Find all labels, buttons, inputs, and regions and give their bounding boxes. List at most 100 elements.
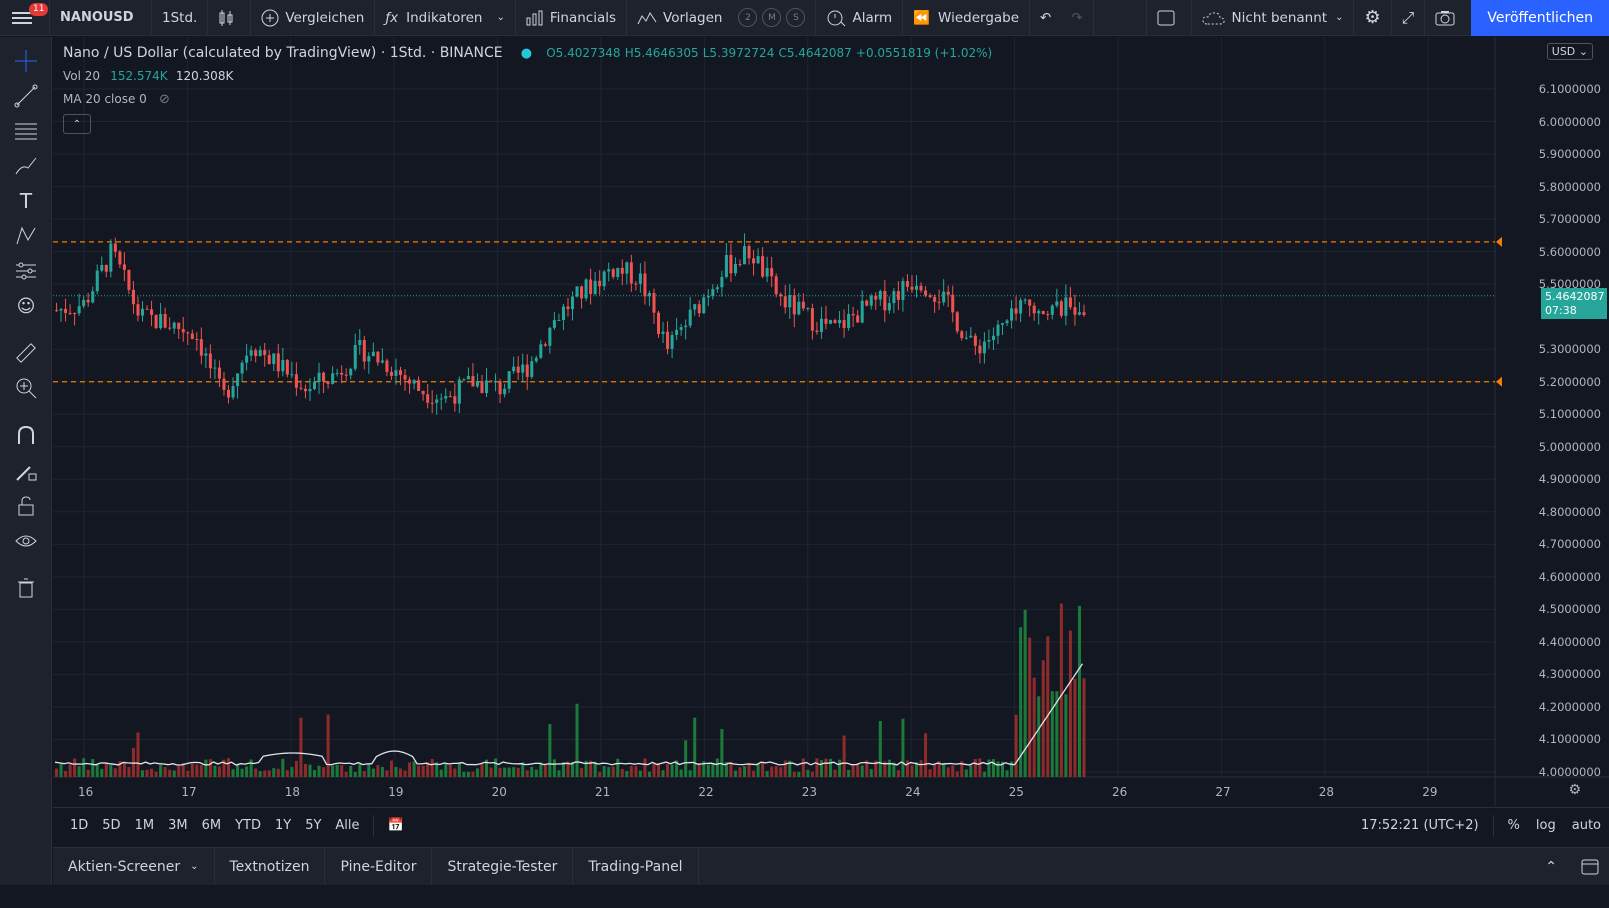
measure-tool[interactable] [13,340,39,366]
zoom-tool[interactable] [13,375,39,401]
financials-button[interactable]: Financials [516,0,628,36]
axis-settings-icon[interactable]: ⚙ [1568,782,1581,798]
candle-body [254,350,258,357]
brush-tool[interactable] [13,153,39,179]
expand-panel-icon[interactable]: ⌃ [1545,859,1557,875]
crosshair-tool[interactable] [13,48,39,74]
maximize-panel-icon[interactable] [1581,859,1599,875]
collapse-legend-button[interactable]: ⌃ [63,114,91,134]
sliders-icon [16,262,36,280]
badge-s[interactable]: S [786,8,806,27]
candle-body [933,296,937,302]
indicators-button[interactable]: ƒx Indikatoren ⌄ [375,0,516,36]
redo-button[interactable]: ↷ [1061,0,1094,36]
alert-button[interactable]: Alarm [816,0,904,36]
volume-bar [910,765,914,777]
stay-in-drawing-tool[interactable] [13,458,39,484]
candle-body [82,299,86,307]
volume-bar [217,766,221,777]
icons-tool[interactable]: ☺ [13,293,39,319]
remove-drawings-tool[interactable] [13,575,39,601]
volume-bar [661,770,665,777]
settings-button[interactable]: ⚙ [1354,0,1392,36]
badge-2[interactable]: 2 [738,8,758,27]
candle-body [453,396,457,404]
volume-bar [344,771,348,777]
level-marker [1496,376,1502,387]
auto-toggle[interactable]: auto [1564,818,1609,833]
currency-label: USD [1551,45,1576,58]
badge-m[interactable]: M [762,8,782,27]
fullscreen-icon: ⤢ [1401,7,1415,27]
hide-drawings-tool[interactable] [13,528,39,554]
range-1m[interactable]: 1M [128,818,162,833]
go-to-date-button[interactable]: 📅 [380,818,412,833]
range-ytd[interactable]: YTD [228,818,268,833]
layout-name-button[interactable]: Nicht benannt ⌄ [1192,0,1355,36]
symbol-search[interactable]: NANOUSD [50,0,152,36]
volume-bar [860,765,864,777]
snapshot-button[interactable] [1425,0,1471,36]
tab-text-notes[interactable]: Textnotizen [215,848,326,885]
layout-select-button[interactable] [1145,0,1192,36]
eye-off-icon[interactable]: ⊘ [159,92,170,107]
candle-body [73,313,77,315]
volume-bar [801,758,805,777]
ma-legend[interactable]: MA 20 close 0 ⊘ [63,92,170,107]
replay-button[interactable]: ⏪ Wiedergabe [903,0,1031,36]
text-tool[interactable]: T [13,188,39,214]
candle-body [833,320,837,324]
compare-button[interactable]: Vergleichen [251,0,376,36]
percent-toggle[interactable]: % [1500,818,1528,833]
candle-body [702,297,706,314]
legend-close: C5.4642087 [778,46,852,60]
clock-label[interactable]: 17:52:21 (UTC+2) [1353,818,1487,833]
templates-button[interactable]: Vorlagen 2 M S [627,0,817,36]
range-1d[interactable]: 1D [63,818,95,833]
candle-body [661,331,665,335]
pattern-tool[interactable] [13,223,39,249]
chart-type-button[interactable] [208,0,252,36]
candle-body [792,295,796,315]
main-menu-button[interactable]: 11 [0,0,50,36]
trend-line-tool[interactable] [13,83,39,109]
volume-bar [616,758,620,777]
volume-bar [380,767,384,777]
candle-body [104,264,108,272]
candle-body [358,339,362,346]
price-chart[interactable] [53,37,1609,806]
undo-button[interactable]: ↶ [1030,0,1061,36]
tab-stock-screener[interactable]: Aktien-Screener ⌄ [53,848,215,885]
volume-bar [317,765,321,777]
candle-body [367,356,371,362]
range-3m[interactable]: 3M [161,818,195,833]
range-5y[interactable]: 5Y [298,818,328,833]
volume-bar [444,763,448,777]
tab-trading-panel[interactable]: Trading-Panel [573,848,699,885]
log-toggle[interactable]: log [1528,818,1564,833]
fullscreen-button[interactable]: ⤢ [1392,0,1426,36]
candle-body [774,276,778,295]
candle-body [643,273,647,297]
prediction-tool[interactable] [13,258,39,284]
range-5d[interactable]: 5D [95,818,127,833]
publish-button[interactable]: Veröffentlichen [1471,0,1609,36]
candle-body [960,331,964,339]
interval-button[interactable]: 1Std. [152,0,209,36]
range-6m[interactable]: 6M [195,818,229,833]
volume-legend[interactable]: Vol 20 152.574K 120.308K [63,69,233,84]
magnet-tool[interactable] [13,423,39,449]
candle-body [1041,311,1045,315]
divider [1492,814,1494,837]
legend-title[interactable]: Nano / US Dollar (calculated by TradingV… [63,45,503,61]
currency-button[interactable]: USD ⌄ [1546,43,1593,60]
tab-strategy-tester[interactable]: Strategie-Tester [432,848,574,885]
range-1y[interactable]: 1Y [268,818,298,833]
lock-drawings-tool[interactable] [13,493,39,519]
chart-pane[interactable]: Nano / US Dollar (calculated by TradingV… [53,37,1609,806]
fib-tool[interactable] [13,118,39,144]
tab-pine-editor[interactable]: Pine-Editor [325,848,433,885]
volume-bar [715,758,719,777]
candle-body [525,364,529,377]
range-alle[interactable]: Alle [328,818,366,833]
